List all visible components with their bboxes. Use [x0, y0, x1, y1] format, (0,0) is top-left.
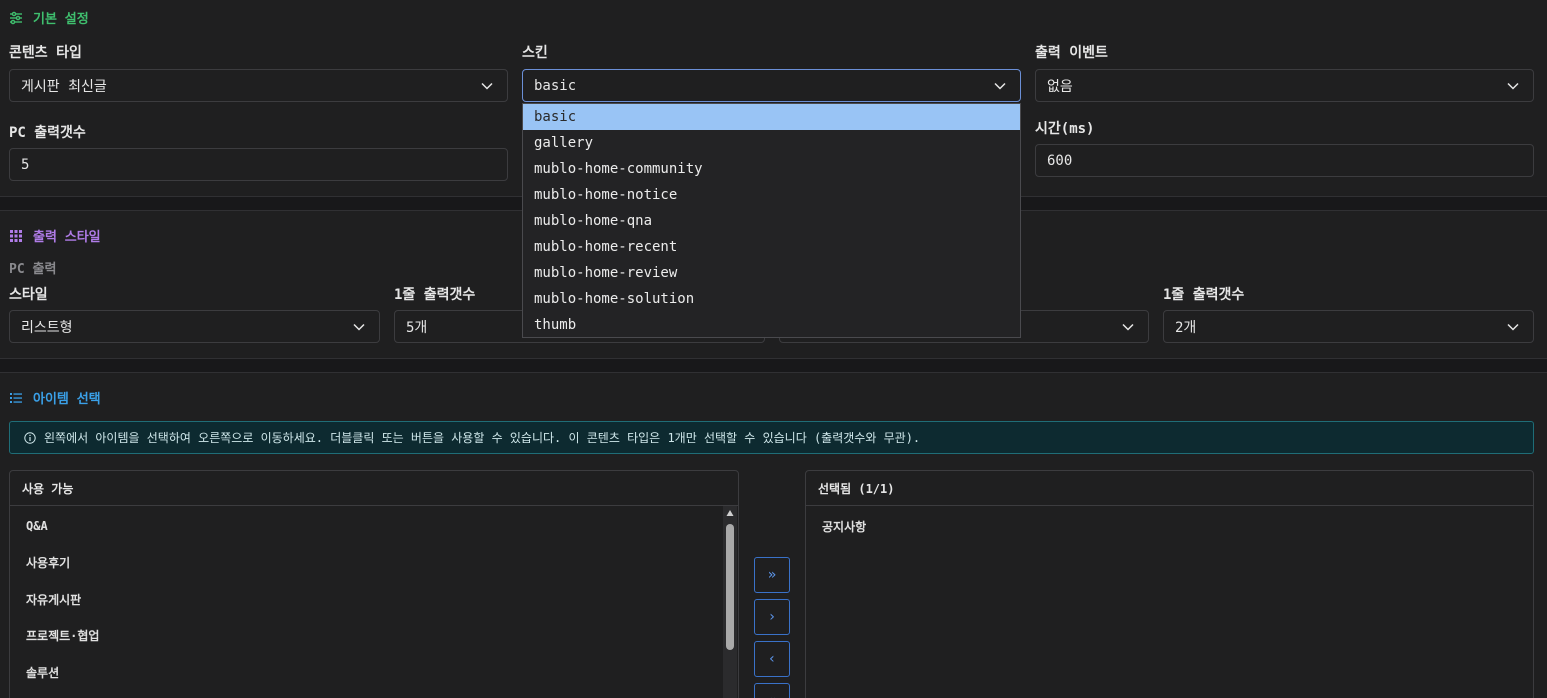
chevron-down-icon [353, 323, 365, 331]
add-all-button[interactable]: » [754, 557, 790, 593]
content-type-value: 게시판 최신글 [21, 78, 107, 95]
sliders-icon [10, 11, 22, 24]
output-event-select[interactable]: 없음 [1035, 69, 1534, 102]
scroll-up-icon[interactable] [726, 509, 734, 517]
content-type-select[interactable]: 게시판 최신글 [9, 69, 508, 102]
skin-option[interactable]: mublo-home-community [523, 156, 1020, 182]
remove-all-button[interactable]: « [754, 683, 790, 698]
basic-settings-title: 기본 설정 [9, 8, 89, 27]
remove-button[interactable]: ‹ [754, 641, 790, 677]
per-row-2-value: 2개 [1175, 319, 1197, 336]
pc-count-input[interactable]: 5 [9, 148, 508, 181]
chevron-down-icon [1507, 82, 1519, 90]
time-label: 시간(ms) [1035, 121, 1095, 137]
skin-value: basic [534, 77, 577, 94]
available-scrollbar[interactable] [723, 506, 737, 698]
skin-option[interactable]: thumb [523, 312, 1020, 338]
pc-output-subtitle: PC 출력 [9, 262, 57, 277]
skin-select[interactable]: basic [522, 69, 1021, 102]
pc-count-label: PC 출력갯수 [9, 125, 86, 141]
output-event-label: 출력 이벤트 [1035, 45, 1108, 61]
list-item[interactable]: Q&A [10, 508, 738, 545]
output-event-value: 없음 [1047, 78, 1073, 95]
list-item[interactable]: 자유게시판 [10, 581, 738, 618]
grid-icon [10, 229, 22, 242]
time-value: 600 [1047, 152, 1073, 169]
available-panel: 사용 가능 Q&A 사용후기 자유게시판 프로젝트·협업 솔루션 [9, 470, 739, 698]
skin-option[interactable]: mublo-home-recent [523, 234, 1020, 260]
skin-dropdown-list: basic gallery mublo-home-community mublo… [522, 103, 1021, 338]
skin-label: 스킨 [522, 45, 548, 61]
info-text: 왼쪽에서 아이템을 선택하여 오른쪽으로 이동하세요. 더블클릭 또는 버튼을 … [44, 431, 921, 445]
skin-option[interactable]: mublo-home-notice [523, 182, 1020, 208]
chevron-down-icon [1507, 323, 1519, 331]
selected-panel-title: 선택됨 (1/1) [806, 471, 1533, 506]
list-item[interactable]: 사용후기 [10, 545, 738, 582]
content-type-label: 콘텐츠 타입 [9, 45, 82, 61]
skin-option[interactable]: mublo-home-review [523, 260, 1020, 286]
skin-option[interactable]: basic [523, 104, 1020, 130]
chevron-down-icon [1122, 323, 1134, 331]
selected-panel: 선택됨 (1/1) 공지사항 [805, 470, 1534, 698]
per-row-label: 1줄 출력갯수 [394, 287, 476, 303]
basic-settings-label: 기본 설정 [33, 12, 89, 27]
style-label: 스타일 [9, 287, 48, 303]
output-style-title: 출력 스타일 [9, 226, 101, 245]
per-row-value: 5개 [406, 319, 428, 336]
scrollbar-thumb[interactable] [726, 524, 734, 650]
per-row-2-label: 1줄 출력갯수 [1163, 287, 1245, 303]
style-select[interactable]: 리스트형 [9, 310, 380, 343]
pc-count-value: 5 [21, 156, 30, 173]
info-alert: 왼쪽에서 아이템을 선택하여 오른쪽으로 이동하세요. 더블클릭 또는 버튼을 … [9, 421, 1534, 454]
output-style-label: 출력 스타일 [33, 230, 101, 245]
chevron-down-icon [481, 82, 493, 90]
skin-option[interactable]: mublo-home-solution [523, 286, 1020, 312]
list-item[interactable]: 프로젝트·협업 [10, 618, 738, 655]
item-select-title: 아이템 선택 [9, 388, 101, 407]
skin-option[interactable]: gallery [523, 130, 1020, 156]
list-icon [10, 392, 22, 403]
list-item[interactable]: 솔루션 [10, 654, 738, 691]
section-divider [0, 358, 1547, 373]
per-row-2-select[interactable]: 2개 [1163, 310, 1534, 343]
available-panel-title: 사용 가능 [10, 471, 738, 506]
item-select-label: 아이템 선택 [33, 392, 101, 407]
skin-option[interactable]: mublo-home-qna [523, 208, 1020, 234]
add-button[interactable]: › [754, 599, 790, 635]
time-input[interactable]: 600 [1035, 144, 1534, 177]
style-value: 리스트형 [21, 319, 73, 336]
chevron-down-icon [994, 82, 1006, 90]
info-icon [24, 431, 36, 444]
list-item[interactable]: 공지사항 [806, 508, 1533, 545]
